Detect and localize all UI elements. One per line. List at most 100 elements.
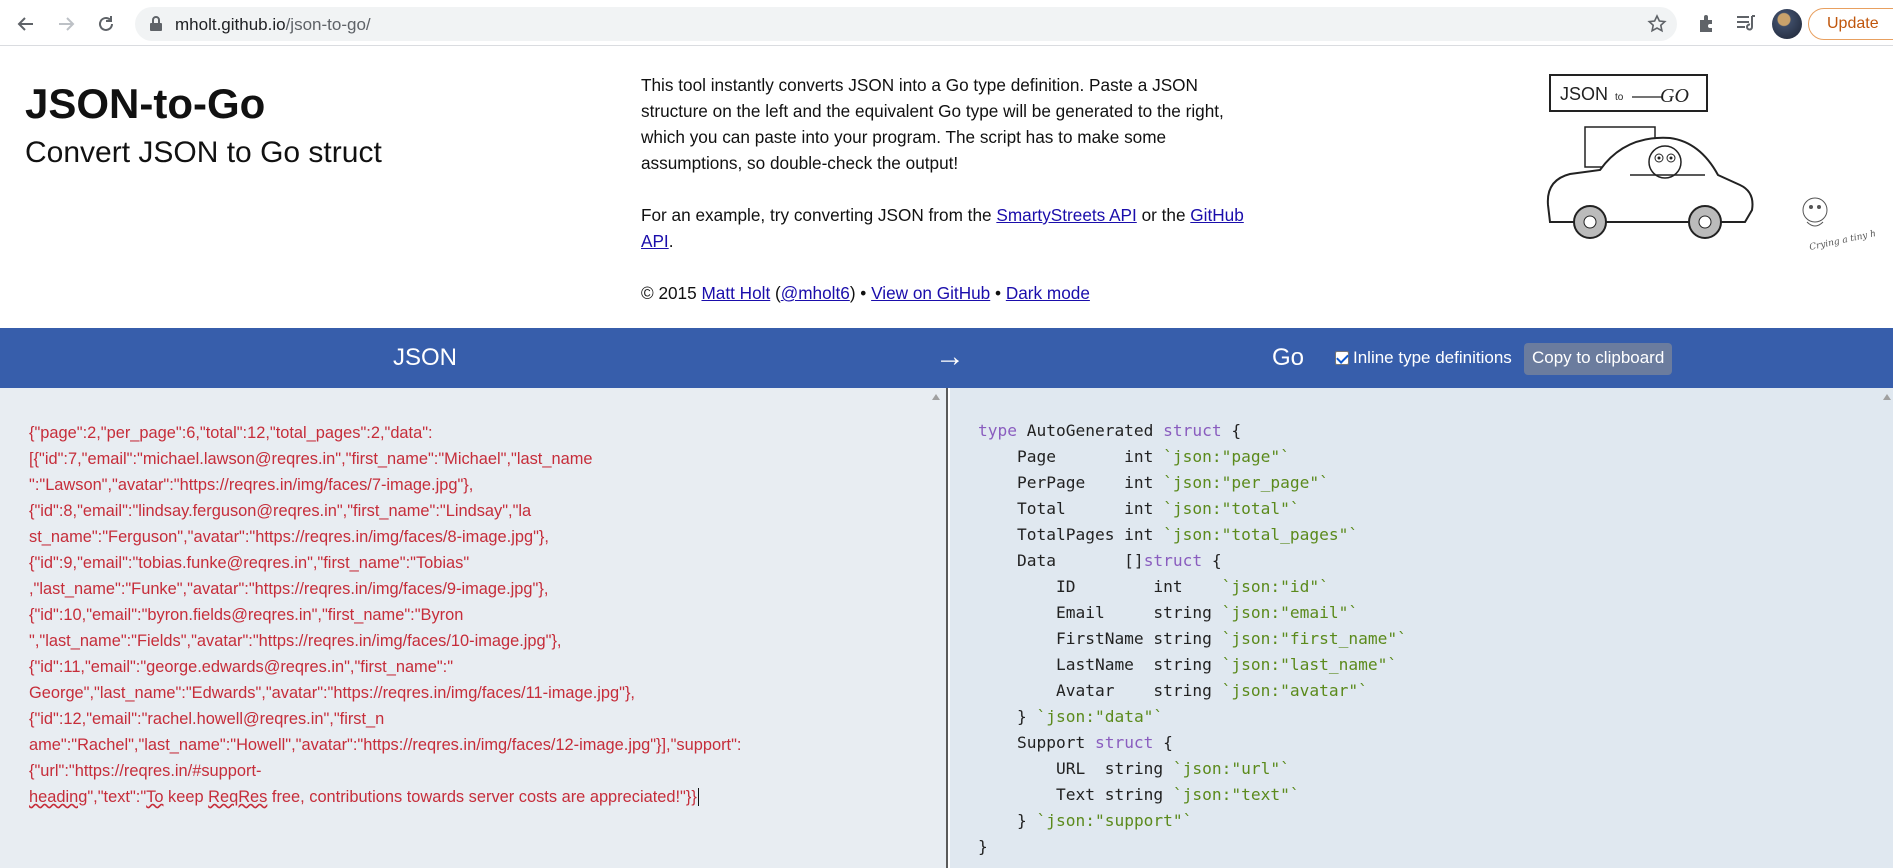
go-pane-label: Go: [1272, 344, 1305, 371]
bookmark-star-icon[interactable]: [1647, 14, 1667, 39]
example-text: For an example, try converting JSON from…: [641, 202, 1261, 254]
example-or: or the: [1141, 205, 1186, 225]
json-input-fragment: free, contributions towards server costs…: [267, 788, 697, 806]
update-button[interactable]: Update: [1808, 8, 1893, 40]
json-pane-label: JSON: [393, 344, 458, 371]
url-host: mholt.github.io: [175, 15, 286, 34]
code-text: }: [978, 707, 1037, 726]
code-struct-tag: `json:"id"`: [1221, 577, 1329, 596]
profile-avatar[interactable]: [1772, 9, 1802, 39]
code-struct-tag: `json:"url"`: [1172, 759, 1290, 778]
gopher-doodle: Crying a tiny hand: [1802, 197, 1875, 253]
lock-icon: [149, 16, 163, 37]
json-to-go-logo: JSON to GO: [1546, 74, 1754, 239]
code-line: URL string `json:"url"`: [978, 756, 1407, 782]
code-text: }: [978, 811, 1037, 830]
code-line: TotalPages int `json:"total_pages"`: [978, 522, 1407, 548]
forward-icon[interactable]: [53, 11, 79, 37]
code-line: LastName string `json:"last_name"`: [978, 652, 1407, 678]
code-line: Support struct {: [978, 730, 1407, 756]
copy-to-clipboard-button[interactable]: Copy to clipboard: [1524, 343, 1673, 375]
arrow-icon: →: [935, 340, 965, 373]
converter-toolbar: JSON → Go Inline type definitions Copy t…: [0, 328, 1893, 388]
inline-types-option[interactable]: Inline type definitions: [1335, 348, 1512, 368]
code-line: } `json:"data"`: [978, 704, 1407, 730]
code-text: ID int: [978, 577, 1222, 596]
extensions-icon[interactable]: [1696, 12, 1718, 39]
code-text: AutoGenerated: [1016, 421, 1164, 440]
code-struct-tag: `json:"total"`: [1163, 499, 1300, 518]
json-input-fragment: keep: [163, 788, 209, 806]
code-keyword: struct: [1163, 421, 1222, 440]
code-line: ID int `json:"id"`: [978, 574, 1407, 600]
url-text: mholt.github.io/json-to-go/: [175, 15, 371, 35]
dark-mode-link[interactable]: Dark mode: [1006, 283, 1090, 303]
json-input-misspelled-word: ReqRes: [208, 788, 268, 806]
description-text: This tool instantly converts JSON into a…: [641, 75, 1224, 173]
inline-types-label: Inline type definitions: [1353, 348, 1512, 367]
code-text: Email string: [978, 603, 1222, 622]
json-input-misspelled-word: heading: [29, 788, 88, 806]
code-struct-tag: `json:"total_pages"`: [1163, 525, 1359, 544]
code-line: PerPage int `json:"per_page"`: [978, 470, 1407, 496]
json-input-pane[interactable]: {"page":2,"per_page":6,"total":12,"total…: [0, 388, 948, 868]
code-struct-tag: `json:"text"`: [1172, 785, 1300, 804]
description: This tool instantly converts JSON into a…: [641, 72, 1261, 332]
code-line: Text string `json:"text"`: [978, 782, 1407, 808]
twitter-handle-link[interactable]: @mholt6: [781, 283, 850, 303]
json-input-fragment: ","text":": [87, 788, 147, 806]
browser-toolbar: mholt.github.io/json-to-go/ Update: [0, 0, 1893, 46]
code-line: Page int `json:"page"`: [978, 444, 1407, 470]
separator: •: [995, 283, 1002, 303]
code-text: Support: [978, 733, 1095, 752]
author-link[interactable]: Matt Holt: [701, 283, 770, 303]
reload-icon[interactable]: [93, 11, 119, 37]
back-icon[interactable]: [13, 11, 39, 37]
inline-types-checkbox[interactable]: [1335, 351, 1349, 365]
address-bar[interactable]: mholt.github.io/json-to-go/: [135, 7, 1677, 41]
code-line: type AutoGenerated struct {: [978, 418, 1407, 444]
code-keyword: struct: [1094, 733, 1154, 752]
smartystreets-link[interactable]: SmartyStreets API: [996, 205, 1136, 225]
code-line: } `json:"support"`: [978, 808, 1407, 834]
json-input-body: {"page":2,"per_page":6,"total":12,"total…: [29, 424, 742, 780]
code-struct-tag: `json:"first_name"`: [1221, 629, 1407, 648]
code-struct-tag: `json:"avatar"`: [1221, 681, 1368, 700]
code-text: Text string: [978, 785, 1173, 804]
code-struct-tag: `json:"email"`: [1221, 603, 1359, 622]
scroll-up-arrow-icon[interactable]: [932, 394, 940, 400]
code-text: {: [1202, 551, 1222, 570]
text-cursor: [697, 788, 699, 806]
code-line: Email string `json:"email"`: [978, 600, 1407, 626]
code-text: Avatar string: [978, 681, 1222, 700]
code-struct-tag: `json:"last_name"`: [1221, 655, 1398, 674]
code-text: LastName string: [978, 655, 1222, 674]
scroll-up-arrow-icon[interactable]: [1883, 394, 1891, 400]
page-title: JSON-to-Go: [25, 80, 266, 127]
gopher-caption: Crying a tiny hand: [1809, 225, 1875, 252]
copyright: © 2015: [641, 283, 697, 303]
code-struct-tag: `json:"per_page"`: [1163, 473, 1329, 492]
example-prefix: For an example, try converting JSON from…: [641, 205, 992, 225]
logo-to-text: to: [1615, 92, 1624, 103]
code-text: }: [978, 837, 988, 856]
logo-go-text: GO: [1660, 85, 1689, 107]
code-text: TotalPages int: [978, 525, 1164, 544]
json-input-text[interactable]: {"page":2,"per_page":6,"total":12,"total…: [29, 420, 759, 810]
code-text: PerPage int: [978, 473, 1164, 492]
footer-links: © 2015 Matt Holt (@mholt6) • View on Git…: [641, 280, 1261, 306]
example-suffix: .: [668, 231, 674, 251]
code-struct-tag: `json:"page"`: [1163, 447, 1290, 466]
media-control-icon[interactable]: [1735, 12, 1757, 39]
go-output-code[interactable]: type AutoGenerated struct { Page int `js…: [978, 418, 1407, 860]
code-text: Total int: [978, 499, 1164, 518]
code-struct-tag: `json:"support"`: [1036, 811, 1193, 830]
code-line: Data []struct {: [978, 548, 1407, 574]
json-input-misspelled-word: To: [146, 788, 164, 806]
code-line: Total int `json:"total"`: [978, 496, 1407, 522]
go-output-pane[interactable]: type AutoGenerated struct { Page int `js…: [950, 388, 1893, 868]
code-line: Avatar string `json:"avatar"`: [978, 678, 1407, 704]
code-text: FirstName string: [978, 629, 1222, 648]
view-on-github-link[interactable]: View on GitHub: [871, 283, 990, 303]
code-line: FirstName string `json:"first_name"`: [978, 626, 1407, 652]
